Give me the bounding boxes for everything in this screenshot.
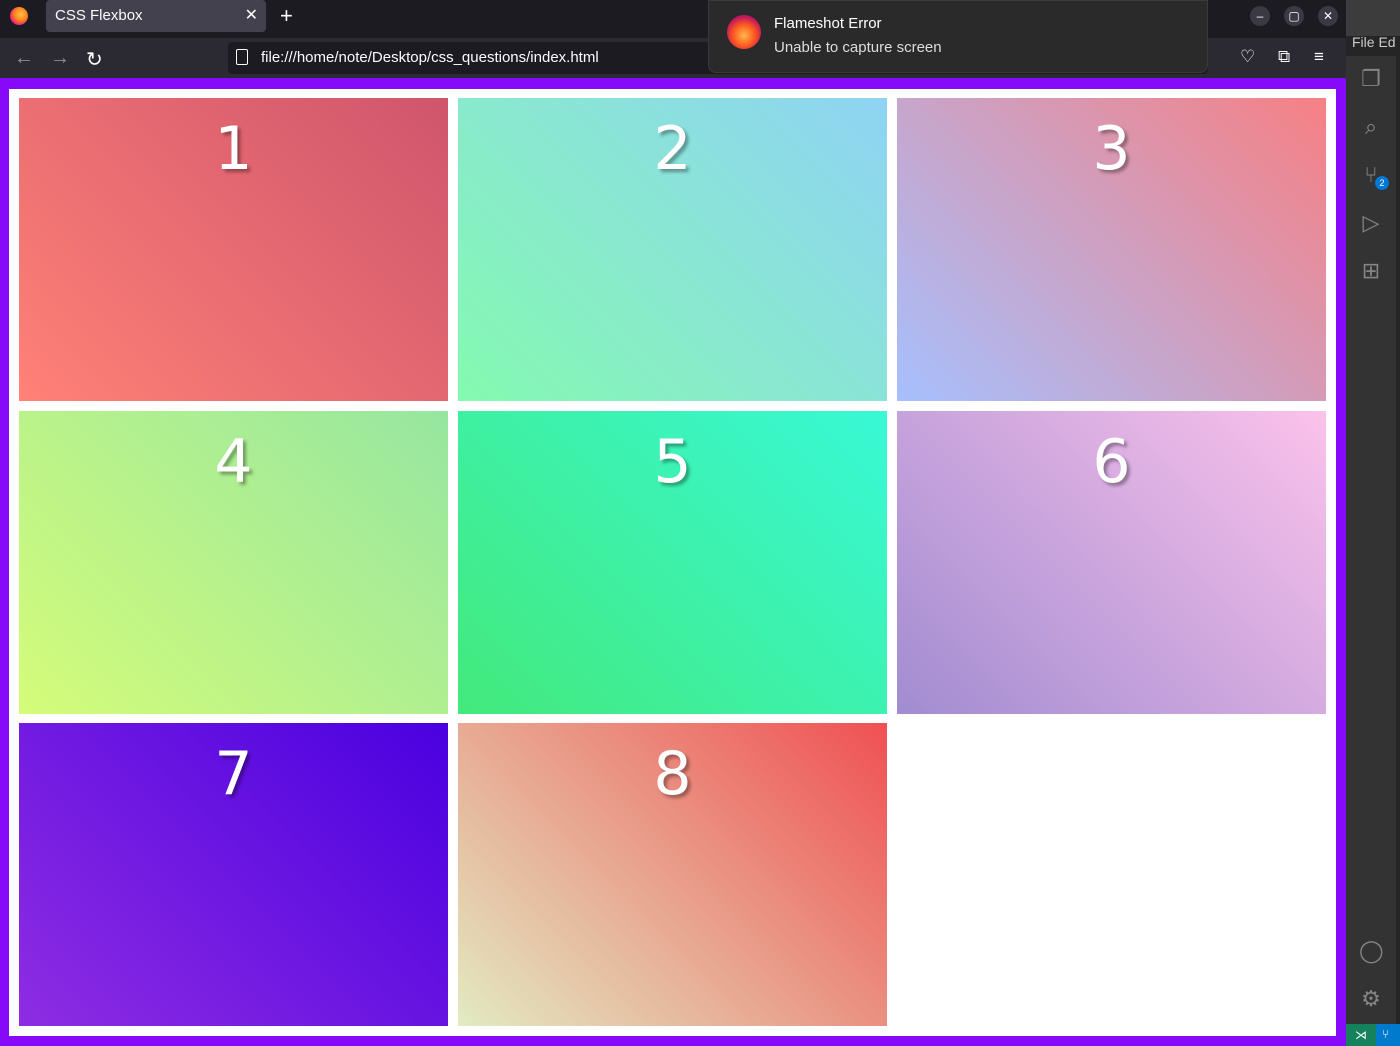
forward-arrow-icon[interactable]: → xyxy=(50,47,70,70)
box-number: 2 xyxy=(653,114,692,184)
flex-box-6: 6 xyxy=(897,411,1326,714)
box-number: 8 xyxy=(653,739,692,809)
account-icon[interactable]: ◯ xyxy=(1359,938,1384,963)
notification-body: Unable to capture screen xyxy=(774,39,942,56)
box-number: 7 xyxy=(214,739,253,809)
tab-title: CSS Flexbox xyxy=(55,7,143,24)
notification-title: Flameshot Error xyxy=(774,15,882,32)
box-number: 3 xyxy=(1092,114,1131,184)
vscode-status-bar: ⋊ ⑂ xyxy=(1346,1024,1400,1046)
page-document-icon xyxy=(236,49,248,65)
settings-gear-icon[interactable]: ⚙ xyxy=(1359,986,1383,1011)
explorer-icon[interactable]: ❐ xyxy=(1359,66,1383,91)
flameshot-notification[interactable]: Flameshot Error Unable to capture screen xyxy=(708,0,1208,73)
remote-icon[interactable]: ⋊ xyxy=(1346,1024,1376,1046)
vscode-window-edge: File Ed ❐ ⌕ ⑂ 2 ▷ ⊞ ◯ ⚙ ⋊ ⑂ xyxy=(1346,0,1400,1046)
flameshot-icon xyxy=(727,15,761,49)
extensions-icon[interactable]: ⧉ xyxy=(1278,47,1290,67)
minimize-button[interactable]: – xyxy=(1250,6,1270,26)
tab-css-flexbox[interactable]: CSS Flexbox ✕ xyxy=(46,0,266,32)
flex-box-3: 3 xyxy=(897,98,1326,401)
box-number: 1 xyxy=(214,114,253,184)
flex-box-5: 5 xyxy=(458,411,887,714)
flex-box-7: 7 xyxy=(19,723,448,1026)
firefox-logo-icon xyxy=(10,7,28,25)
new-tab-button[interactable]: + xyxy=(280,3,293,29)
vscode-activity-bar xyxy=(1346,56,1396,1026)
extensions-icon[interactable]: ⊞ xyxy=(1359,258,1383,283)
menu-hamburger-icon[interactable]: ≡ xyxy=(1314,47,1324,67)
source-control-badge: 2 xyxy=(1375,176,1389,190)
box-number: 5 xyxy=(653,427,692,497)
vscode-menu[interactable]: File Ed xyxy=(1352,34,1396,50)
tab-close-icon[interactable]: ✕ xyxy=(245,5,258,25)
maximize-button[interactable]: ▢ xyxy=(1284,6,1304,26)
vscode-titlebar xyxy=(1346,0,1400,36)
close-window-button[interactable]: ✕ xyxy=(1318,6,1338,26)
browser-window: CSS Flexbox ✕ + – ▢ ✕ ← → ↻ file:///home… xyxy=(0,0,1346,1046)
git-branch-icon[interactable]: ⑂ xyxy=(1382,1027,1389,1041)
flex-box-2: 2 xyxy=(458,98,887,401)
box-number: 4 xyxy=(214,427,253,497)
search-icon[interactable]: ⌕ xyxy=(1359,114,1383,139)
page-viewport: 1 2 3 4 5 6 7 8 xyxy=(0,78,1346,1046)
box-number: 6 xyxy=(1092,427,1131,497)
run-debug-icon[interactable]: ▷ xyxy=(1359,210,1383,235)
flex-box-1: 1 xyxy=(19,98,448,401)
url-text[interactable]: file:///home/note/Desktop/css_questions/… xyxy=(261,49,599,66)
flex-box-4: 4 xyxy=(19,411,448,714)
flex-container: 1 2 3 4 5 6 7 8 xyxy=(9,89,1336,1036)
reload-icon[interactable]: ↻ xyxy=(86,47,103,72)
back-arrow-icon[interactable]: ← xyxy=(14,47,34,70)
pocket-icon[interactable]: ♡ xyxy=(1240,47,1255,67)
flex-box-8: 8 xyxy=(458,723,887,1026)
